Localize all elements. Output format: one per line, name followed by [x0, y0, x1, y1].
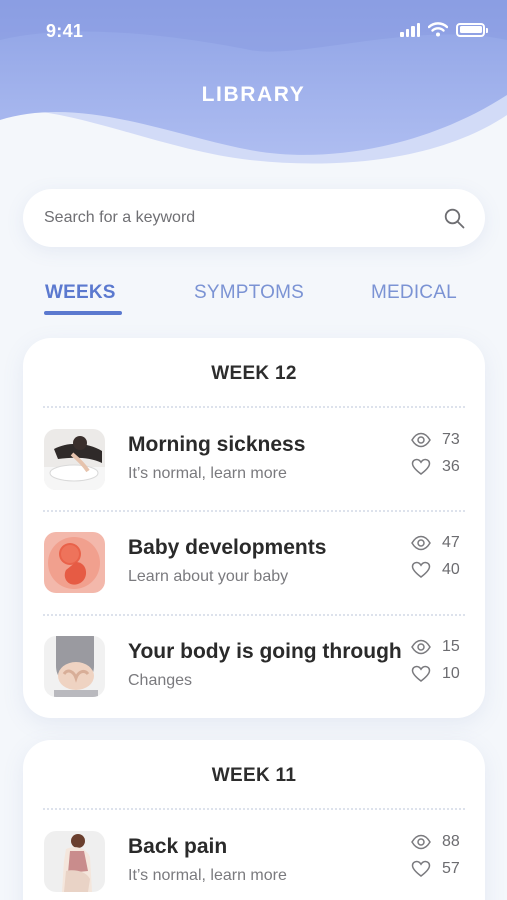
views-stat: 88	[411, 832, 464, 852]
search-input[interactable]: Search for a keyword	[23, 189, 485, 247]
article-item-body-changes[interactable]: Your body is going through Changes 15 10	[23, 636, 485, 714]
week-card: WEEK 11 Back pain It’s normal, learn mor…	[23, 740, 485, 900]
article-title: Morning sickness	[128, 433, 306, 456]
fetus-photo	[44, 532, 105, 593]
eye-icon	[411, 834, 431, 850]
status-time: 9:41	[46, 21, 84, 41]
divider	[43, 406, 465, 408]
views-count: 73	[442, 431, 460, 448]
week-title: WEEK 11	[211, 765, 297, 786]
active-tab-indicator	[44, 311, 122, 315]
week-title: WEEK 12	[211, 363, 297, 384]
eye-icon	[411, 535, 431, 551]
tab-medical[interactable]: MEDICAL	[371, 282, 457, 304]
likes-count: 10	[442, 665, 460, 682]
page-title: LIBRARY	[201, 83, 306, 106]
heart-icon[interactable]	[411, 561, 431, 579]
likes-count: 40	[442, 561, 460, 578]
heart-icon[interactable]	[411, 458, 431, 476]
article-subtitle: Changes	[128, 672, 193, 689]
article-item-back-pain[interactable]: Back pain It’s normal, learn more 88 57	[23, 831, 485, 900]
eye-icon	[411, 432, 431, 448]
views-count: 47	[442, 534, 460, 551]
likes-count: 57	[442, 860, 460, 877]
likes-count: 36	[442, 458, 460, 475]
likes-stat[interactable]: 36	[411, 457, 464, 477]
heart-icon[interactable]	[411, 665, 431, 683]
week-card: WEEK 12 Morning sickness It’s normal, le…	[23, 338, 485, 718]
belly-photo	[44, 636, 105, 697]
article-subtitle: It’s normal, learn more	[128, 867, 287, 884]
status-bar: 9:41	[0, 0, 507, 64]
likes-stat[interactable]: 10	[411, 664, 464, 684]
article-item-morning-sickness[interactable]: Morning sickness It’s normal, learn more…	[23, 429, 485, 507]
article-title: Your body is going through	[128, 640, 402, 663]
divider	[43, 808, 465, 810]
divider	[43, 614, 465, 616]
likes-stat[interactable]: 40	[411, 560, 464, 580]
morning-sickness-photo	[44, 429, 105, 490]
back-pain-photo	[44, 831, 105, 892]
article-title: Baby developments	[128, 536, 327, 559]
article-subtitle: It’s normal, learn more	[128, 465, 287, 482]
battery-icon	[456, 22, 488, 37]
status-icons	[400, 22, 488, 37]
heart-icon[interactable]	[411, 860, 431, 878]
search-icon[interactable]	[444, 208, 465, 229]
likes-stat[interactable]: 57	[411, 859, 464, 879]
views-count: 15	[442, 638, 460, 655]
eye-icon	[411, 639, 431, 655]
cellular-signal-icon	[400, 22, 420, 37]
tab-weeks[interactable]: WEEKS	[45, 282, 116, 304]
divider	[43, 510, 465, 512]
wifi-icon	[428, 22, 448, 37]
article-item-baby-developments[interactable]: Baby developments Learn about your baby …	[23, 532, 485, 610]
article-title: Back pain	[128, 835, 228, 858]
tab-symptoms[interactable]: SYMPTOMS	[194, 282, 304, 304]
views-stat: 15	[411, 637, 464, 657]
views-stat: 47	[411, 533, 464, 553]
category-tabs: WEEKS SYMPTOMS MEDICAL	[0, 282, 507, 322]
views-stat: 73	[411, 430, 464, 450]
views-count: 88	[442, 833, 460, 850]
search-placeholder: Search for a keyword	[44, 209, 196, 226]
article-subtitle: Learn about your baby	[128, 568, 289, 585]
